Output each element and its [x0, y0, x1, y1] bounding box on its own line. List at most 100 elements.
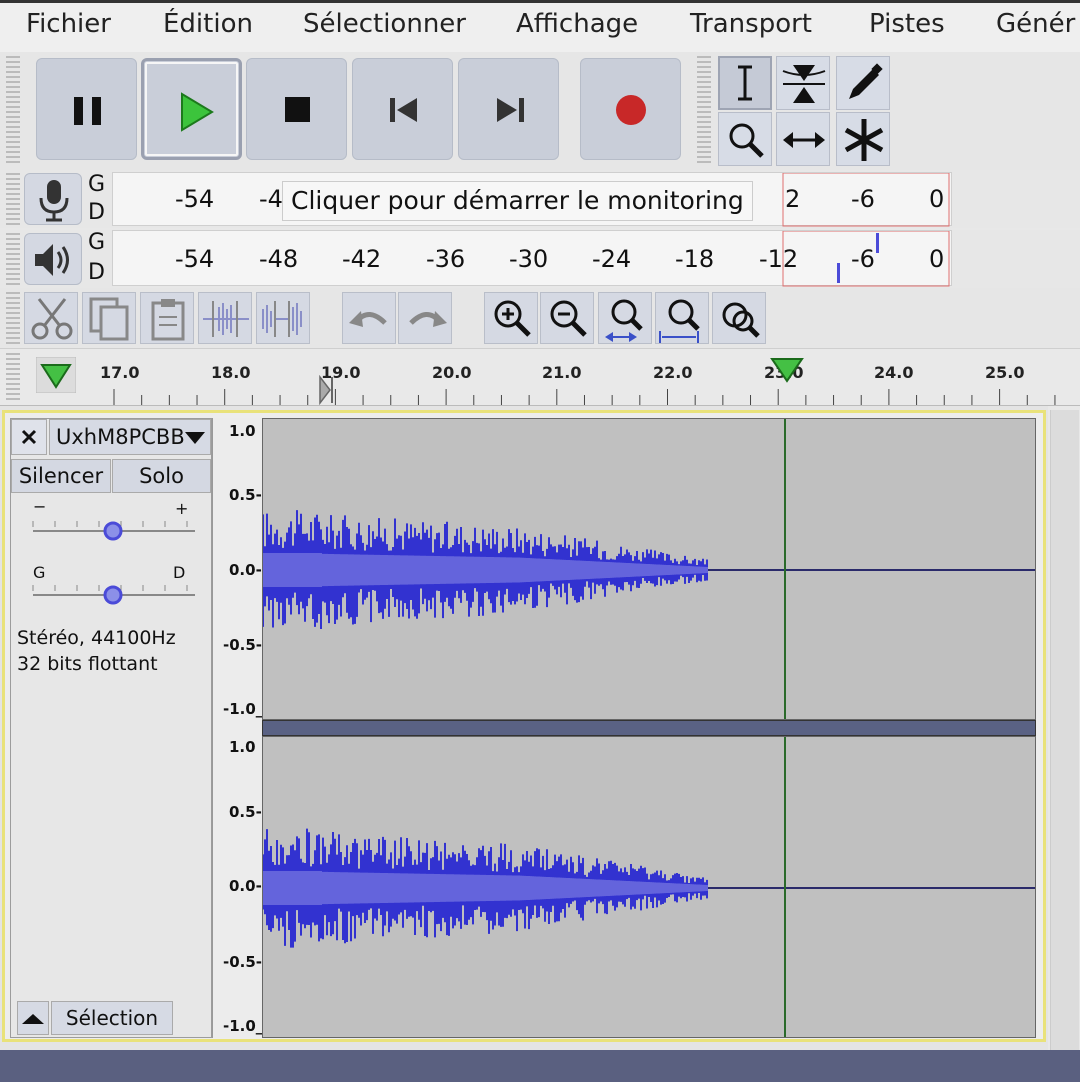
stop-icon: [285, 97, 310, 122]
close-track-button[interactable]: [11, 419, 47, 455]
playback-cursor: [784, 419, 786, 719]
draw-tool[interactable]: [836, 56, 890, 110]
zoom-in-icon: [494, 300, 531, 337]
menu-file[interactable]: Fichier: [26, 9, 111, 39]
redo-button[interactable]: [398, 292, 452, 344]
select-track-button[interactable]: Sélection: [51, 1001, 173, 1035]
track-name-menu[interactable]: UxhM8PCBB: [49, 419, 211, 455]
magnifier-icon: [729, 123, 764, 158]
skip-to-end-button[interactable]: [458, 58, 559, 160]
paste-icon: [151, 299, 185, 341]
scale-label: -1.0_: [223, 700, 264, 718]
double-arrow-icon: [783, 132, 825, 148]
scale-label: 0.0-: [229, 561, 262, 579]
silence-icon: [262, 301, 302, 337]
time-shift-tool[interactable]: [776, 112, 830, 166]
mute-label: Silencer: [18, 464, 104, 488]
waveform-channel-right[interactable]: [262, 736, 1036, 1038]
solo-button[interactable]: Solo: [112, 459, 211, 493]
stop-button[interactable]: [246, 58, 347, 160]
zoom-tool[interactable]: [718, 112, 772, 166]
toolbar-grip[interactable]: [697, 56, 711, 166]
envelope-icon: [782, 65, 826, 103]
skip-to-start-button[interactable]: [352, 58, 453, 160]
playback-meter[interactable]: -54 -48 -42 -36 -30 -24 -18 -12 -6 0: [112, 230, 952, 287]
playback-meter-button[interactable]: [24, 233, 82, 285]
cut-icon: [31, 298, 73, 340]
mute-button[interactable]: Silencer: [11, 459, 111, 493]
selection-tool[interactable]: [718, 56, 772, 110]
scale-label: 1.0: [229, 422, 256, 440]
zoom-toggle-icon: [722, 302, 760, 338]
record-button[interactable]: [580, 58, 681, 160]
meter-scale-label: -12: [759, 245, 799, 273]
meter-scale-label: -30: [509, 245, 549, 273]
envelope-tool[interactable]: [776, 56, 830, 110]
fit-selection-button[interactable]: [598, 292, 652, 344]
menu-select[interactable]: Sélectionner: [303, 9, 466, 39]
skip-to-end-icon: [497, 98, 524, 122]
meter-scale-label: -48: [259, 245, 299, 273]
fit-selection-icon: [605, 299, 643, 342]
record-meter-button[interactable]: [24, 173, 82, 225]
dropdown-arrow-icon: [185, 432, 205, 444]
menu-transport[interactable]: Transport: [690, 9, 812, 39]
play-button[interactable]: [141, 58, 242, 160]
record-icon: [616, 95, 646, 125]
toolbar-grip[interactable]: [6, 173, 20, 225]
track-format-line: Stéréo, 44100Hz: [17, 627, 176, 649]
skip-to-start-icon: [390, 98, 417, 122]
meter-left-label: G: [88, 230, 106, 255]
meter-scale-label: -6: [851, 185, 875, 213]
undo-icon: [349, 311, 387, 327]
close-icon: [21, 429, 37, 445]
gain-plus-label: +: [175, 499, 189, 518]
gain-slider[interactable]: [31, 517, 201, 547]
undo-button[interactable]: [342, 292, 396, 344]
zoom-out-icon: [550, 300, 587, 337]
copy-button[interactable]: [82, 292, 136, 344]
paste-button[interactable]: [140, 292, 194, 344]
meter-scale-label: -54: [175, 185, 215, 213]
gain-slider-thumb[interactable]: [103, 521, 123, 541]
zoom-out-button[interactable]: [540, 292, 594, 344]
menu-tracks[interactable]: Pistes: [869, 9, 945, 39]
meter-scale-label: -4: [259, 185, 283, 213]
scale-label: -1.0_: [223, 1017, 264, 1035]
horizontal-scrollbar-area[interactable]: [0, 1050, 1080, 1082]
meter-right-label: D: [88, 200, 105, 225]
channel-separator[interactable]: [262, 720, 1036, 736]
menu-bar: Fichier Édition Sélectionner Affichage T…: [0, 0, 1080, 52]
playback-meter-toolbar: G D -54 -48 -42 -36 -30 -24 -18 -12 -6 0: [0, 230, 1080, 288]
pan-slider-thumb[interactable]: [103, 585, 123, 605]
silence-button[interactable]: [256, 292, 310, 344]
toolbar-grip[interactable]: [6, 233, 20, 285]
toolbar-grip[interactable]: [6, 56, 20, 166]
timeline-ruler[interactable]: 17.0 18.0 19.0 20.0 21.0 22.0 23.0 24.0 …: [0, 348, 1080, 406]
i-beam-icon: [738, 65, 752, 101]
waveform-left: [263, 510, 1035, 629]
zoom-toggle-button[interactable]: [712, 292, 766, 344]
record-meter-toolbar: G D -54 -4 2 -6 0 Cliquer pour démarrer …: [0, 170, 1080, 228]
menu-generate[interactable]: Génér: [996, 9, 1075, 39]
menu-edit[interactable]: Édition: [163, 9, 253, 39]
track-info: Stéréo, 44100Hz 32 bits flottant: [17, 625, 176, 677]
playback-position-icon: [770, 358, 804, 383]
pan-left-label: G: [33, 563, 46, 582]
collapse-track-button[interactable]: [17, 1001, 49, 1035]
vertical-scrollbar[interactable]: [1050, 410, 1079, 1050]
fit-project-button[interactable]: [655, 292, 709, 344]
pan-slider[interactable]: [31, 581, 201, 611]
scale-label: -0.5-: [223, 953, 263, 971]
trim-button[interactable]: [198, 292, 252, 344]
waveform-channel-left[interactable]: [262, 418, 1036, 720]
meter-scale-label: -54: [175, 245, 215, 273]
zoom-in-button[interactable]: [484, 292, 538, 344]
toolbar-grip[interactable]: [6, 292, 20, 344]
cut-button[interactable]: [24, 292, 78, 344]
multi-tool[interactable]: [836, 112, 890, 166]
menu-view[interactable]: Affichage: [516, 9, 638, 39]
solo-label: Solo: [139, 464, 184, 488]
pause-button[interactable]: [36, 58, 137, 160]
meter-scale-label: 2: [785, 185, 801, 213]
